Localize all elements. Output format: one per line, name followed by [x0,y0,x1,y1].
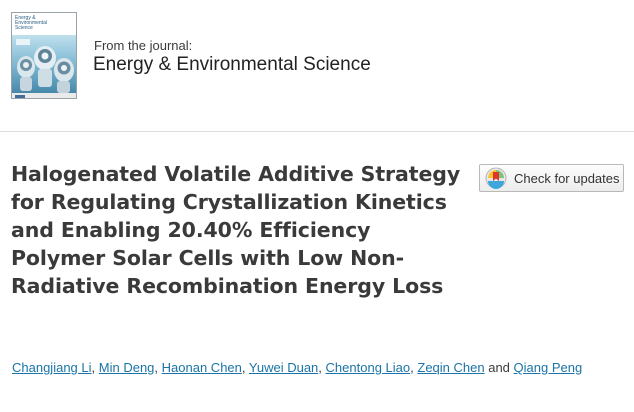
journal-cover[interactable]: Energy & Environmental Science [11,12,77,99]
journal-name[interactable]: Energy & Environmental Science [93,54,371,76]
header-divider [0,131,634,132]
author-link[interactable]: Haonan Chen [162,360,242,375]
cover-illustration [12,39,76,98]
crossmark-icon [485,167,507,189]
author-conjunction: and [488,360,510,375]
author-separator: , [410,360,414,375]
author-link[interactable]: Yuwei Duan [249,360,318,375]
author-separator: , [241,360,246,375]
author-list: Changjiang Li, Min Deng, Haonan Chen, Yu… [12,354,612,382]
author-link[interactable]: Chentong Liao [326,360,411,375]
author-link[interactable]: Qiang Peng [514,360,583,375]
article-title: Halogenated Volatile Additive Strategy f… [11,162,461,298]
journal-label: From the journal: [94,38,193,53]
author-link[interactable]: Changjiang Li [12,360,92,375]
author-separator: , [318,360,322,375]
author-separator: , [91,360,96,375]
author-link[interactable]: Min Deng [99,360,155,375]
author-link[interactable]: Zeqin Chen [417,360,484,375]
check-for-updates-label: Check for updates [514,170,620,186]
author-separator: , [154,360,159,375]
check-for-updates-button[interactable]: Check for updates [479,164,624,192]
